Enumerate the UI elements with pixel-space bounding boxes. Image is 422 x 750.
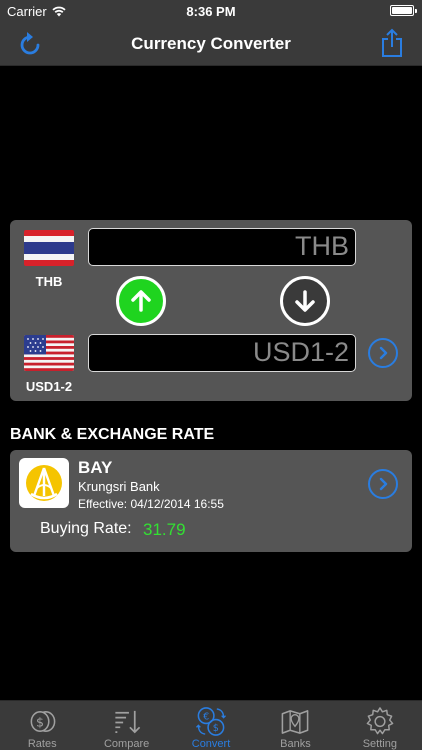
bank-logo	[19, 458, 69, 508]
converter-panel: THB THB USD1-2 USD1-2	[10, 220, 412, 401]
sort-list-icon	[114, 710, 140, 734]
to-amount-field[interactable]: USD1-2	[88, 334, 356, 372]
krungsri-logo-icon	[26, 465, 62, 501]
chevron-right-icon	[379, 346, 388, 360]
tab-label: Setting	[362, 738, 397, 750]
page-title: Currency Converter	[131, 34, 291, 53]
tab-label: Rates	[27, 738, 57, 750]
arrow-down-icon	[295, 290, 315, 312]
tab-label: Compare	[103, 738, 150, 750]
map-icon	[282, 710, 309, 734]
effective-date: Effective: 04/12/2014 16:55	[78, 497, 224, 511]
app-screen: Carrier 8:36 PM Currency Converter THB T…	[0, 0, 422, 750]
share-icon[interactable]	[381, 28, 403, 58]
tab-bar: $ Rates Compare € $ Convert Banks Settin…	[0, 700, 422, 750]
currency-exchange-icon: € $	[196, 707, 227, 736]
tab-convert[interactable]: € $ Convert	[169, 701, 253, 750]
from-currency-label: THB	[35, 274, 63, 289]
svg-text:€: €	[203, 712, 209, 723]
status-bar: Carrier 8:36 PM	[0, 0, 422, 22]
tab-rates[interactable]: $ Rates	[0, 701, 84, 750]
usa-flag[interactable]	[24, 335, 74, 371]
thailand-flag[interactable]	[24, 230, 74, 266]
buying-rate-value: 31.79	[143, 520, 186, 539]
section-heading: BANK & EXCHANGE RATE	[10, 426, 215, 443]
bank-detail-button[interactable]	[368, 469, 398, 499]
arrow-up-icon	[131, 290, 151, 312]
convert-up-button[interactable]	[116, 276, 166, 326]
tab-label: Convert	[191, 738, 231, 750]
tab-label: Banks	[280, 738, 311, 750]
tab-setting[interactable]: Setting	[338, 701, 422, 750]
tab-compare[interactable]: Compare	[84, 701, 168, 750]
status-time: 8:36 PM	[186, 4, 236, 19]
buying-rate-label: Buying Rate:	[40, 520, 132, 537]
bank-rate-card[interactable]: BAY Krungsri Bank Effective: 04/12/2014 …	[10, 450, 412, 552]
tab-banks[interactable]: Banks	[253, 701, 337, 750]
convert-down-button[interactable]	[280, 276, 330, 326]
svg-text:$: $	[213, 723, 219, 734]
chevron-right-icon	[379, 477, 388, 491]
bank-code: BAY	[78, 458, 113, 477]
gear-icon	[366, 707, 394, 735]
currency-detail-button[interactable]	[368, 338, 398, 368]
battery-icon	[390, 5, 417, 16]
from-amount-field[interactable]: THB	[88, 228, 356, 266]
svg-text:$: $	[36, 714, 44, 729]
coins-icon: $	[30, 711, 56, 732]
navigation-bar: Currency Converter	[0, 22, 422, 66]
to-currency-label: USD1-2	[25, 379, 73, 394]
bank-name: Krungsri Bank	[78, 479, 160, 494]
